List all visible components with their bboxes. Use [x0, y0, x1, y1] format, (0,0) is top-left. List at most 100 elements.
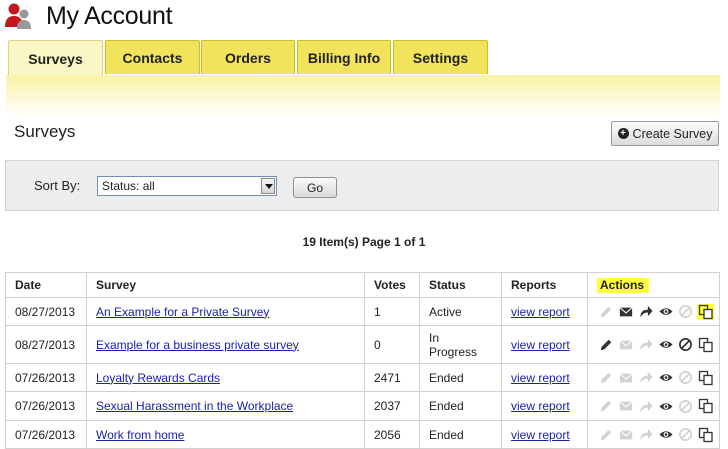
table-row: 07/26/2013 Work from home 2056 Ended vie… [5, 420, 720, 449]
surveys-table: Date Survey Votes Status Reports Actions… [5, 272, 720, 449]
row-actions [597, 364, 719, 391]
email-icon [617, 370, 634, 386]
forward-icon [637, 427, 654, 443]
row-actions [597, 326, 719, 363]
tab-content-band [6, 75, 720, 117]
copy-icon[interactable] [697, 398, 714, 414]
pencil-icon[interactable] [597, 337, 614, 353]
view-report-link[interactable]: view report [511, 338, 570, 352]
stop-icon [677, 427, 694, 443]
status-line-1: In [429, 330, 440, 345]
status-line-2: Progress [429, 344, 478, 359]
stop-icon[interactable] [677, 337, 694, 353]
table-header-row: Date Survey Votes Status Reports Actions [5, 272, 720, 298]
eye-icon[interactable] [657, 337, 674, 353]
current-page: 1 [394, 235, 401, 249]
item-count: 19 [302, 235, 316, 249]
view-report-link[interactable]: view report [511, 305, 570, 319]
sort-select[interactable]: Status: all [97, 176, 277, 196]
user-group-logo-icon [5, 3, 31, 29]
col-header-votes: Votes [364, 272, 420, 298]
row-date: 07/26/2013 [5, 363, 87, 392]
create-survey-label: Create Survey [632, 126, 713, 141]
table-row: 08/27/2013 An Example for a Private Surv… [5, 297, 720, 326]
copy-icon[interactable] [697, 427, 714, 443]
row-actions [597, 298, 719, 325]
eye-icon[interactable] [657, 304, 674, 320]
email-icon[interactable] [617, 304, 634, 320]
row-votes: 2471 [364, 363, 420, 392]
forward-icon [637, 398, 654, 414]
tab-surveys[interactable]: Surveys [8, 40, 103, 76]
row-date: 07/26/2013 [5, 420, 87, 449]
row-status: In Progress [419, 325, 502, 364]
sort-panel: Sort By: Status: all Go [5, 160, 719, 211]
view-report-link[interactable]: view report [511, 399, 570, 413]
table-row: 08/27/2013 Example for a business privat… [5, 325, 720, 364]
forward-icon [637, 370, 654, 386]
col-header-reports: Reports [501, 272, 588, 298]
pencil-icon [597, 427, 614, 443]
items-text: Item(s) Page [315, 235, 394, 249]
stop-icon [677, 370, 694, 386]
pencil-icon [597, 304, 614, 320]
row-date: 07/26/2013 [5, 391, 87, 421]
row-status: Ended [419, 420, 502, 449]
of-text: of [400, 235, 419, 249]
row-votes: 0 [364, 325, 420, 364]
stop-icon [677, 398, 694, 414]
section-title: Surveys [14, 122, 76, 141]
total-pages: 1 [418, 235, 426, 249]
tab-settings[interactable]: Settings [393, 40, 488, 74]
row-status: Ended [419, 363, 502, 392]
survey-link[interactable]: An Example for a Private Survey [96, 305, 269, 319]
view-report-link[interactable]: view report [511, 428, 570, 442]
col-header-survey: Survey [86, 272, 365, 298]
tab-contacts[interactable]: Contacts [105, 40, 200, 74]
survey-link[interactable]: Work from home [96, 428, 184, 442]
email-icon [617, 398, 634, 414]
stop-icon [677, 304, 694, 320]
col-header-date: Date [5, 272, 87, 298]
row-status: Active [419, 297, 502, 326]
view-report-link[interactable]: view report [511, 371, 570, 385]
email-icon [617, 337, 634, 353]
table-row: 07/26/2013 Loyalty Rewards Cards 2471 En… [5, 363, 720, 392]
tab-orders[interactable]: Orders [201, 40, 295, 74]
pencil-icon [597, 398, 614, 414]
row-actions [597, 392, 719, 420]
col-header-actions: Actions [587, 272, 720, 298]
create-survey-button[interactable]: + Create Survey [611, 121, 719, 146]
copy-icon[interactable] [697, 337, 714, 353]
survey-link[interactable]: Loyalty Rewards Cards [96, 371, 220, 385]
pagination-summary: 19 Item(s) Page 1 of 1 [0, 235, 728, 249]
row-date: 08/27/2013 [5, 297, 87, 326]
table-row: 07/26/2013 Sexual Harassment in the Work… [5, 391, 720, 421]
actions-header-label: Actions [597, 278, 650, 293]
row-votes: 1 [364, 297, 420, 326]
survey-link[interactable]: Example for a business private survey [96, 338, 299, 352]
dropdown-arrow-icon[interactable] [261, 178, 275, 194]
survey-link[interactable]: Sexual Harassment in the Workplace [96, 399, 293, 413]
copy-icon[interactable] [697, 370, 714, 386]
header: My Account [0, 0, 728, 36]
forward-icon[interactable] [637, 304, 654, 320]
tab-billing-info[interactable]: Billing Info [297, 40, 391, 74]
row-votes: 2037 [364, 391, 420, 421]
go-button[interactable]: Go [293, 177, 337, 198]
row-votes: 2056 [364, 420, 420, 449]
email-icon [617, 427, 634, 443]
eye-icon[interactable] [657, 427, 674, 443]
forward-icon [637, 337, 654, 353]
eye-icon[interactable] [657, 398, 674, 414]
row-actions [597, 421, 719, 448]
sort-selected-value: Status: all [102, 179, 155, 193]
row-status: Ended [419, 391, 502, 421]
page-title: My Account [46, 2, 173, 30]
eye-icon[interactable] [657, 370, 674, 386]
plus-circle-icon: + [617, 128, 629, 139]
pencil-icon [597, 370, 614, 386]
copy-icon[interactable] [697, 303, 714, 320]
col-header-status: Status [419, 272, 502, 298]
sort-label: Sort By: [34, 178, 81, 193]
